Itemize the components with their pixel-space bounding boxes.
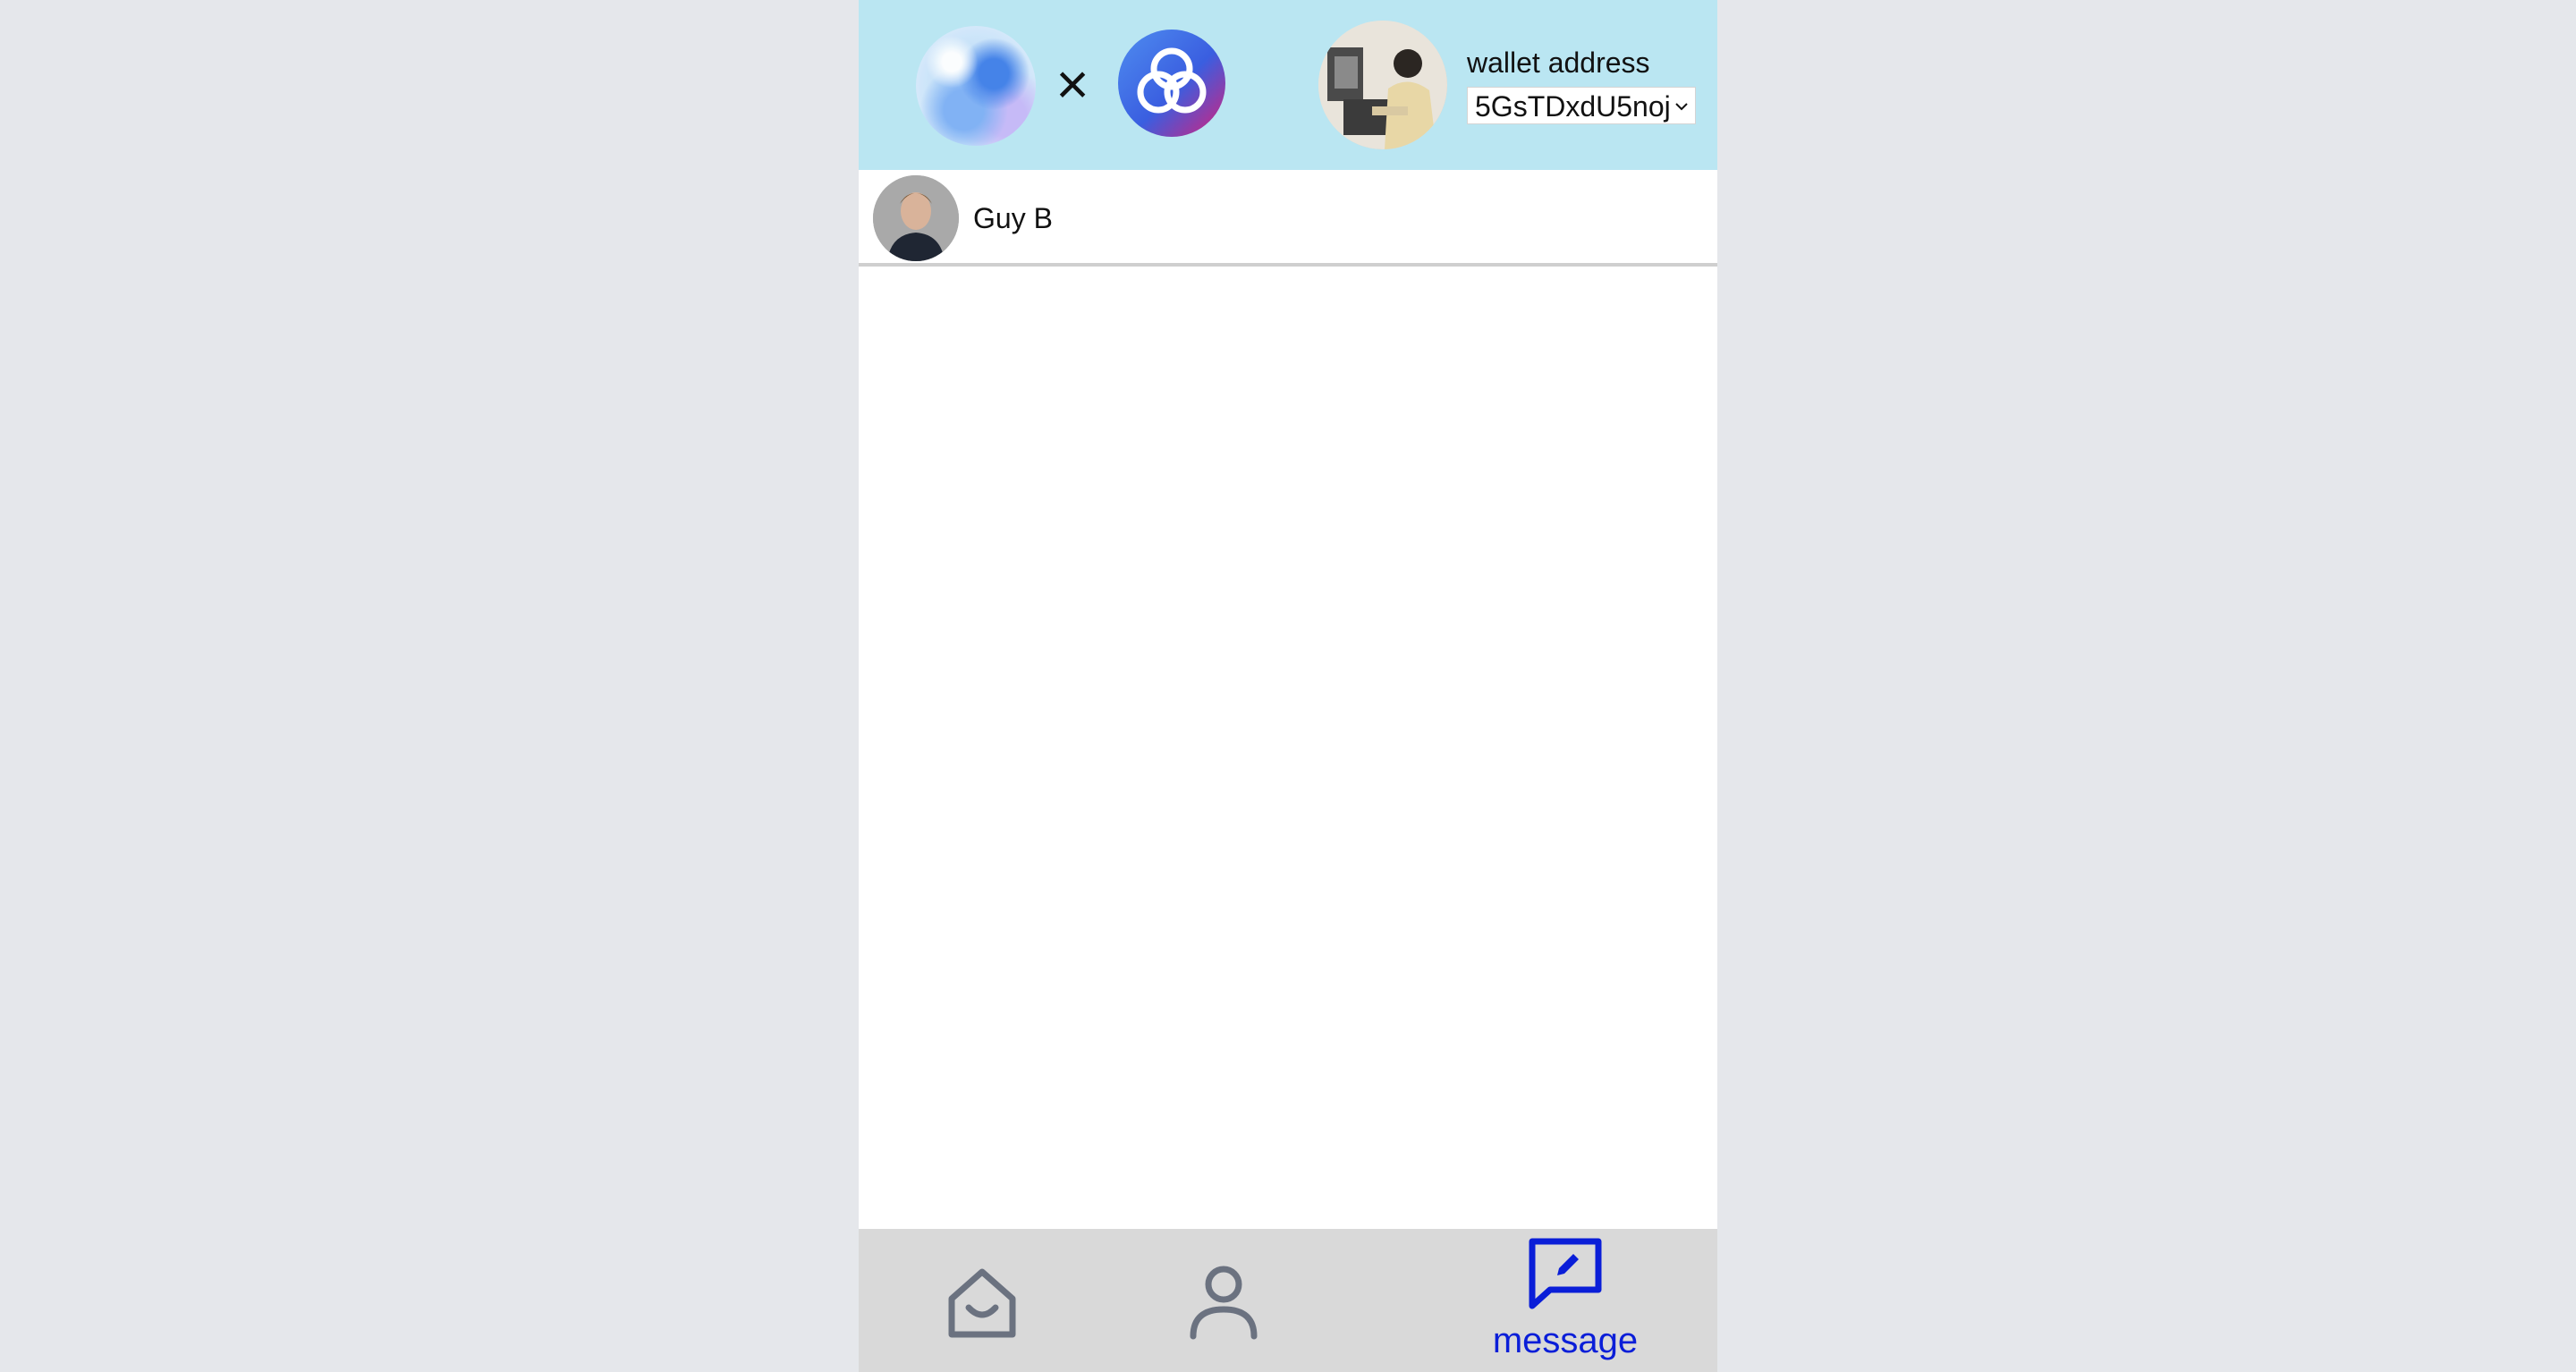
gradient-sphere-logo-icon bbox=[916, 26, 1036, 146]
chevron-down-icon bbox=[1675, 103, 1688, 111]
knot-logo-icon bbox=[1118, 30, 1225, 137]
user-avatar[interactable] bbox=[1318, 21, 1447, 149]
home-icon bbox=[948, 1268, 1016, 1338]
contact-avatar-photo bbox=[873, 175, 959, 261]
message-edit-icon bbox=[1529, 1238, 1602, 1309]
message-content-area bbox=[859, 267, 1717, 1229]
nav-home-button[interactable] bbox=[921, 1229, 1043, 1372]
contact-name: Guy B bbox=[973, 202, 1053, 234]
nav-message-button[interactable]: message bbox=[1485, 1229, 1646, 1372]
wallet-address-value: 5GsTDxdU5noj bbox=[1475, 90, 1670, 123]
wallet-address-select[interactable]: 5GsTDxdU5noj bbox=[1467, 87, 1696, 124]
user-icon bbox=[1190, 1266, 1258, 1340]
contact-list-item[interactable]: Guy B bbox=[859, 170, 1717, 267]
nav-profile-button[interactable] bbox=[1163, 1229, 1284, 1372]
nav-message-label: message bbox=[1492, 1321, 1639, 1360]
user-avatar-photo bbox=[1318, 21, 1447, 149]
wallet-address-label: wallet address bbox=[1467, 47, 1650, 79]
bottom-navigation: message bbox=[859, 1229, 1717, 1372]
separator-symbol: × bbox=[1055, 52, 1089, 116]
contact-avatar bbox=[873, 175, 959, 261]
header: × wallet address 5GsTDxdU5noj bbox=[859, 0, 1717, 170]
app-frame: × wallet address 5GsTDxdU5noj Guy B mess… bbox=[859, 0, 1717, 1372]
